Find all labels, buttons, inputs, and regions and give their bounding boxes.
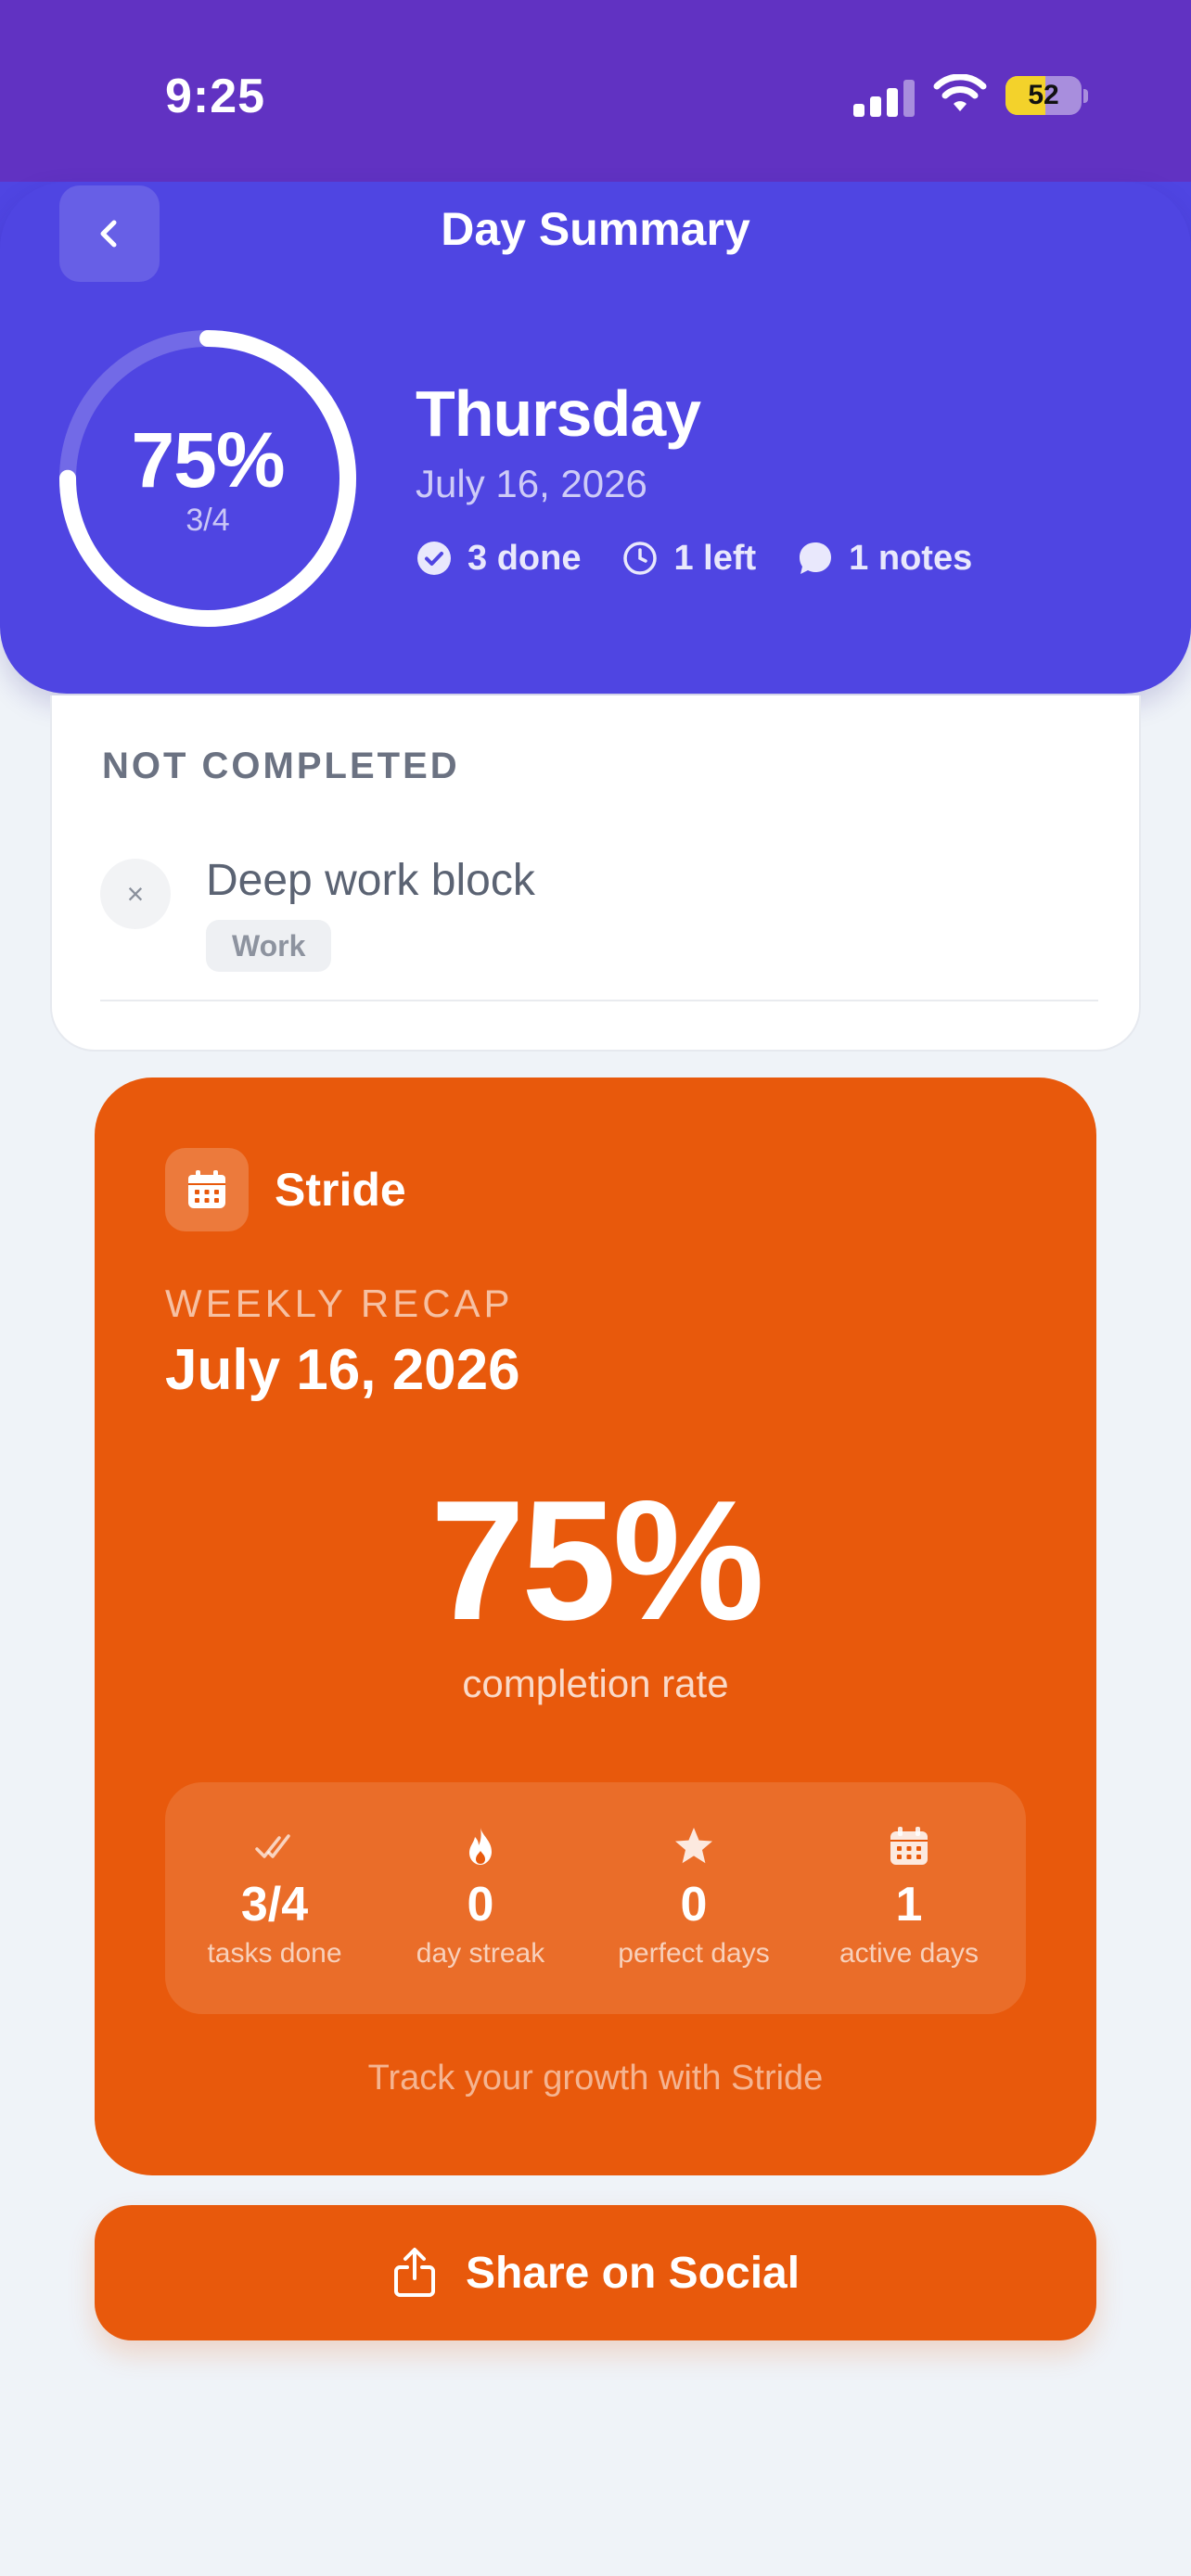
recap-label: WEEKLY RECAP — [165, 1282, 514, 1325]
progress-fraction: 3/4 — [186, 503, 230, 538]
stat-perfect-days: 0 perfect days — [601, 1823, 787, 1970]
stat-value: 0 — [680, 1878, 708, 1932]
stat-label: active days — [839, 1938, 980, 1969]
stat-label: perfect days — [618, 1938, 770, 1969]
day-name: Thursday — [416, 377, 701, 450]
task-tag: Work — [206, 920, 332, 972]
stat-left: 1 left — [621, 539, 756, 579]
calendar-icon — [165, 1148, 249, 1231]
star-icon — [675, 1828, 712, 1864]
not-completed-card: NOT COMPLETED × Deep work block Work — [50, 695, 1141, 1052]
share-icon — [393, 2248, 435, 2297]
divider — [100, 1000, 1098, 1001]
clock-icon — [623, 542, 658, 575]
task-title[interactable]: Deep work block — [206, 855, 535, 906]
day-date: July 16, 2026 — [416, 462, 647, 505]
recap-footer: Track your growth with Stride — [367, 2059, 824, 2098]
stat-value: 1 — [895, 1878, 923, 1932]
status-bar: 9:25 52 — [0, 0, 1191, 182]
stat-active-days: 1 active days — [816, 1823, 1002, 1970]
share-button[interactable]: Share on Social — [95, 2205, 1096, 2340]
wifi-icon — [933, 74, 987, 111]
check-circle-icon — [417, 542, 451, 575]
battery-cap — [1083, 89, 1088, 103]
double-check-icon — [255, 1834, 290, 1858]
completion-rate: 75% — [429, 1464, 764, 1655]
battery-icon: 52 — [1005, 76, 1082, 115]
stat-done-label: 3 done — [467, 538, 582, 578]
chat-bubble-icon — [800, 542, 832, 574]
stat-tasks-done: 3/4 tasks done — [182, 1823, 367, 1970]
stat-left-label: 1 left — [673, 538, 757, 578]
brand-name: Stride — [275, 1164, 406, 1216]
cellular-signal-icon — [853, 78, 915, 117]
weekly-recap-card: Stride WEEKLY RECAP July 16, 2026 75% co… — [95, 1078, 1096, 2175]
share-label: Share on Social — [465, 2248, 800, 2298]
hero-stats: 3 done 1 left 1 notes — [416, 532, 1013, 584]
stat-value: 3/4 — [240, 1878, 309, 1932]
calendar-icon — [890, 1827, 928, 1865]
status-time: 9:25 — [165, 70, 266, 123]
progress-percent: 75% — [131, 416, 285, 504]
battery-level: 52 — [1028, 80, 1059, 110]
stat-value: 0 — [467, 1878, 494, 1932]
stat-day-streak: 0 day streak — [388, 1823, 573, 1970]
completion-caption: completion rate — [462, 1662, 729, 1705]
recap-stats: 3/4 tasks done 0 day streak 0 perfect da… — [165, 1782, 1026, 2014]
stat-notes-label: 1 notes — [849, 538, 973, 578]
stat-done: 3 done — [416, 539, 581, 579]
flame-icon — [469, 1828, 492, 1865]
stat-label: tasks done — [207, 1938, 342, 1969]
close-icon: × — [100, 859, 171, 929]
stat-label: day streak — [416, 1938, 545, 1969]
recap-date: July 16, 2026 — [165, 1338, 520, 1402]
section-title: NOT COMPLETED — [102, 746, 460, 786]
page-title: Day Summary — [441, 203, 750, 255]
stat-notes: 1 notes — [797, 539, 972, 579]
